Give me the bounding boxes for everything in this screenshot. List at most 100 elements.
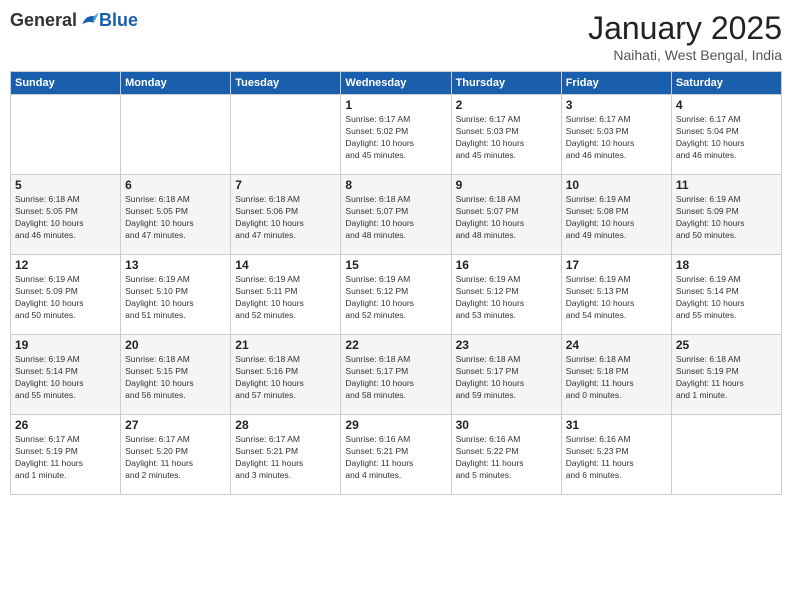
day-number: 9 <box>456 178 557 192</box>
calendar-week-1: 1Sunrise: 6:17 AM Sunset: 5:02 PM Daylig… <box>11 95 782 175</box>
calendar-cell: 26 Sunrise: 6:17 AM Sunset: 5:19 PM Dayli… <box>11 415 121 495</box>
day-info: Sunrise: 6:17 AM Sunset: 5:04 PM Dayligh… <box>676 114 777 162</box>
calendar-cell: 19Sunrise: 6:19 AM Sunset: 5:14 PM Dayli… <box>11 335 121 415</box>
day-info: Sunrise: 6:16 AM Sunset: 5:21 PM Dayligh… <box>345 434 446 482</box>
calendar-cell: 5Sunrise: 6:18 AM Sunset: 5:05 PM Daylig… <box>11 175 121 255</box>
calendar-header-saturday: Saturday <box>671 72 781 95</box>
day-info: Sunrise: 6:19 AM Sunset: 5:12 PM Dayligh… <box>345 274 446 322</box>
day-info: Sunrise: 6:18 AM Sunset: 5:19 PM Dayligh… <box>676 354 777 402</box>
calendar-cell: 21 Sunrise: 6:18 AM Sunset: 5:16 PM Dayli… <box>231 335 341 415</box>
day-number: 2 <box>456 98 557 112</box>
header: General Blue January 2025 Naihati, West … <box>10 10 782 63</box>
calendar-cell: 25 Sunrise: 6:18 AM Sunset: 5:19 PM Dayli… <box>671 335 781 415</box>
day-info: Sunrise: 6:17 AM Sunset: 5:02 PM Dayligh… <box>345 114 446 162</box>
day-number: 7 <box>235 178 336 192</box>
logo: General Blue <box>10 10 138 31</box>
calendar-cell: 20 Sunrise: 6:18 AM Sunset: 5:15 PM Dayli… <box>121 335 231 415</box>
calendar-week-3: 12Sunrise: 6:19 AM Sunset: 5:09 PM Dayli… <box>11 255 782 335</box>
day-info: Sunrise: 6:17 AM Sunset: 5:03 PM Dayligh… <box>566 114 667 162</box>
calendar-cell: 1Sunrise: 6:17 AM Sunset: 5:02 PM Daylig… <box>341 95 451 175</box>
calendar-cell: 22Sunrise: 6:18 AM Sunset: 5:17 PM Dayli… <box>341 335 451 415</box>
day-info: Sunrise: 6:18 AM Sunset: 5:05 PM Dayligh… <box>15 194 116 242</box>
calendar-header-monday: Monday <box>121 72 231 95</box>
day-number: 6 <box>125 178 226 192</box>
day-info: Sunrise: 6:19 AM Sunset: 5:09 PM Dayligh… <box>676 194 777 242</box>
calendar-cell <box>11 95 121 175</box>
month-title: January 2025 <box>588 10 782 47</box>
calendar-cell <box>671 415 781 495</box>
calendar-cell: 6Sunrise: 6:18 AM Sunset: 5:05 PM Daylig… <box>121 175 231 255</box>
calendar-cell: 7 Sunrise: 6:18 AM Sunset: 5:06 PM Daylig… <box>231 175 341 255</box>
calendar-cell: 11 Sunrise: 6:19 AM Sunset: 5:09 PM Dayli… <box>671 175 781 255</box>
day-number: 30 <box>456 418 557 432</box>
day-number: 24 <box>566 338 667 352</box>
day-info: Sunrise: 6:19 AM Sunset: 5:08 PM Dayligh… <box>566 194 667 242</box>
calendar-header-thursday: Thursday <box>451 72 561 95</box>
day-info: Sunrise: 6:18 AM Sunset: 5:17 PM Dayligh… <box>345 354 446 402</box>
day-number: 14 <box>235 258 336 272</box>
calendar-cell: 9 Sunrise: 6:18 AM Sunset: 5:07 PM Daylig… <box>451 175 561 255</box>
day-number: 11 <box>676 178 777 192</box>
day-number: 13 <box>125 258 226 272</box>
day-info: Sunrise: 6:18 AM Sunset: 5:07 PM Dayligh… <box>345 194 446 242</box>
day-number: 28 <box>235 418 336 432</box>
day-info: Sunrise: 6:18 AM Sunset: 5:15 PM Dayligh… <box>125 354 226 402</box>
calendar-cell: 17Sunrise: 6:19 AM Sunset: 5:13 PM Dayli… <box>561 255 671 335</box>
day-info: Sunrise: 6:19 AM Sunset: 5:09 PM Dayligh… <box>15 274 116 322</box>
calendar-cell: 10Sunrise: 6:19 AM Sunset: 5:08 PM Dayli… <box>561 175 671 255</box>
day-info: Sunrise: 6:17 AM Sunset: 5:19 PM Dayligh… <box>15 434 116 482</box>
logo-blue: Blue <box>99 10 138 31</box>
day-number: 23 <box>456 338 557 352</box>
calendar-week-5: 26 Sunrise: 6:17 AM Sunset: 5:19 PM Dayli… <box>11 415 782 495</box>
calendar-cell: 18 Sunrise: 6:19 AM Sunset: 5:14 PM Dayli… <box>671 255 781 335</box>
calendar-cell: 14Sunrise: 6:19 AM Sunset: 5:11 PM Dayli… <box>231 255 341 335</box>
day-info: Sunrise: 6:18 AM Sunset: 5:07 PM Dayligh… <box>456 194 557 242</box>
calendar-header-tuesday: Tuesday <box>231 72 341 95</box>
day-number: 3 <box>566 98 667 112</box>
day-info: Sunrise: 6:18 AM Sunset: 5:16 PM Dayligh… <box>235 354 336 402</box>
day-info: Sunrise: 6:16 AM Sunset: 5:23 PM Dayligh… <box>566 434 667 482</box>
day-number: 27 <box>125 418 226 432</box>
day-number: 25 <box>676 338 777 352</box>
logo-bird-icon <box>79 11 99 31</box>
day-number: 26 <box>15 418 116 432</box>
calendar-cell: 13 Sunrise: 6:19 AM Sunset: 5:10 PM Dayli… <box>121 255 231 335</box>
calendar-cell: 16 Sunrise: 6:19 AM Sunset: 5:12 PM Dayli… <box>451 255 561 335</box>
day-number: 31 <box>566 418 667 432</box>
day-info: Sunrise: 6:16 AM Sunset: 5:22 PM Dayligh… <box>456 434 557 482</box>
calendar-week-4: 19Sunrise: 6:19 AM Sunset: 5:14 PM Dayli… <box>11 335 782 415</box>
day-info: Sunrise: 6:18 AM Sunset: 5:17 PM Dayligh… <box>456 354 557 402</box>
calendar-cell: 24 Sunrise: 6:18 AM Sunset: 5:18 PM Dayli… <box>561 335 671 415</box>
day-info: Sunrise: 6:17 AM Sunset: 5:20 PM Dayligh… <box>125 434 226 482</box>
calendar-header-row: SundayMondayTuesdayWednesdayThursdayFrid… <box>11 72 782 95</box>
day-number: 8 <box>345 178 446 192</box>
calendar-cell <box>231 95 341 175</box>
logo-general: General <box>10 10 77 31</box>
calendar-cell: 23 Sunrise: 6:18 AM Sunset: 5:17 PM Dayli… <box>451 335 561 415</box>
day-number: 4 <box>676 98 777 112</box>
day-info: Sunrise: 6:18 AM Sunset: 5:18 PM Dayligh… <box>566 354 667 402</box>
calendar-cell: 28 Sunrise: 6:17 AM Sunset: 5:21 PM Dayli… <box>231 415 341 495</box>
location: Naihati, West Bengal, India <box>588 47 782 63</box>
calendar-cell: 3 Sunrise: 6:17 AM Sunset: 5:03 PM Daylig… <box>561 95 671 175</box>
day-info: Sunrise: 6:17 AM Sunset: 5:21 PM Dayligh… <box>235 434 336 482</box>
calendar-cell: 30 Sunrise: 6:16 AM Sunset: 5:22 PM Dayli… <box>451 415 561 495</box>
day-info: Sunrise: 6:19 AM Sunset: 5:12 PM Dayligh… <box>456 274 557 322</box>
day-info: Sunrise: 6:19 AM Sunset: 5:10 PM Dayligh… <box>125 274 226 322</box>
day-info: Sunrise: 6:18 AM Sunset: 5:06 PM Dayligh… <box>235 194 336 242</box>
calendar-cell <box>121 95 231 175</box>
calendar-table: SundayMondayTuesdayWednesdayThursdayFrid… <box>10 71 782 495</box>
day-number: 18 <box>676 258 777 272</box>
day-number: 20 <box>125 338 226 352</box>
day-info: Sunrise: 6:19 AM Sunset: 5:14 PM Dayligh… <box>676 274 777 322</box>
calendar-header-friday: Friday <box>561 72 671 95</box>
logo-text: General Blue <box>10 10 138 31</box>
day-info: Sunrise: 6:19 AM Sunset: 5:14 PM Dayligh… <box>15 354 116 402</box>
calendar-header-wednesday: Wednesday <box>341 72 451 95</box>
title-section: January 2025 Naihati, West Bengal, India <box>588 10 782 63</box>
day-info: Sunrise: 6:19 AM Sunset: 5:13 PM Dayligh… <box>566 274 667 322</box>
day-number: 21 <box>235 338 336 352</box>
calendar-cell: 12Sunrise: 6:19 AM Sunset: 5:09 PM Dayli… <box>11 255 121 335</box>
calendar-cell: 8 Sunrise: 6:18 AM Sunset: 5:07 PM Daylig… <box>341 175 451 255</box>
day-number: 16 <box>456 258 557 272</box>
